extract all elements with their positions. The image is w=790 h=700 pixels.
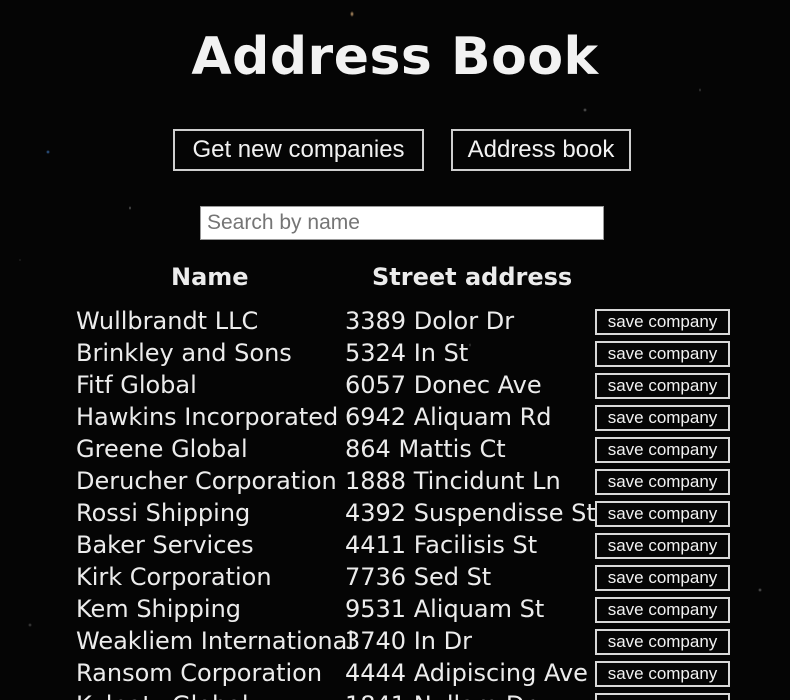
company-name: Fitf Global bbox=[76, 371, 197, 399]
table-row: Baker Services 4411 Facilisis St save co… bbox=[0, 529, 790, 561]
company-name: Baker Services bbox=[76, 531, 254, 559]
street-address: 5324 In St bbox=[345, 339, 469, 367]
street-address: 6942 Aliquam Rd bbox=[345, 403, 552, 431]
table-row: Derucher Corporation 1888 Tincidunt Ln s… bbox=[0, 465, 790, 497]
street-address: 1841 Nullam Dr bbox=[345, 689, 534, 700]
company-name: Kulpatz Global bbox=[76, 689, 249, 700]
save-company-button[interactable]: save company bbox=[595, 533, 730, 559]
company-name: Weakliem International bbox=[76, 627, 354, 655]
table-row: Kulpatz Global 1841 Nullam Dr save compa… bbox=[0, 680, 790, 700]
save-company-button[interactable]: save company bbox=[595, 309, 730, 335]
save-company-button[interactable]: save company bbox=[595, 405, 730, 431]
table-row: Kem Shipping 9531 Aliquam St save compan… bbox=[0, 593, 790, 625]
table-row: Weakliem International 3740 In Dr save c… bbox=[0, 625, 790, 657]
table-row: Wullbrandt LLC 3389 Dolor Dr save compan… bbox=[0, 305, 790, 337]
company-name: Brinkley and Sons bbox=[76, 339, 292, 367]
street-address: 6057 Donec Ave bbox=[345, 371, 542, 399]
save-company-button[interactable]: save company bbox=[595, 437, 730, 463]
page-title: Address Book bbox=[191, 27, 599, 87]
company-name: Kem Shipping bbox=[76, 595, 242, 623]
street-address: 4392 Suspendisse St bbox=[345, 499, 596, 527]
save-company-button[interactable]: save company bbox=[595, 597, 730, 623]
company-name: Greene Global bbox=[76, 435, 248, 463]
table-row: Brinkley and Sons 5324 In St save compan… bbox=[0, 337, 790, 369]
street-address: 4411 Facilisis St bbox=[345, 531, 538, 559]
company-name: Rossi Shipping bbox=[76, 499, 251, 527]
column-header-street-address: Street address bbox=[372, 263, 573, 291]
address-book-button[interactable]: Address book bbox=[451, 129, 631, 171]
save-company-button[interactable]: save company bbox=[595, 469, 730, 495]
street-address: 864 Mattis Ct bbox=[345, 435, 506, 463]
street-address: 3389 Dolor Dr bbox=[345, 307, 515, 335]
street-address: 1888 Tincidunt Ln bbox=[345, 467, 561, 495]
company-name: Kirk Corporation bbox=[76, 563, 272, 591]
table-row: Rossi Shipping 4392 Suspendisse St save … bbox=[0, 497, 790, 529]
save-company-button[interactable]: save company bbox=[595, 373, 730, 399]
save-company-button[interactable]: save company bbox=[595, 565, 730, 591]
search-input[interactable] bbox=[200, 206, 604, 240]
table-row: Hawkins Incorporated 6942 Aliquam Rd sav… bbox=[0, 401, 790, 433]
save-company-button[interactable]: save company bbox=[595, 501, 730, 527]
street-address: 7736 Sed St bbox=[345, 563, 492, 591]
street-address: 3740 In Dr bbox=[345, 627, 472, 655]
table-row: Greene Global 864 Mattis Ct save company bbox=[0, 433, 790, 465]
column-header-name: Name bbox=[171, 263, 249, 291]
save-company-button[interactable]: save company bbox=[595, 341, 730, 367]
table-row: Fitf Global 6057 Donec Ave save company bbox=[0, 369, 790, 401]
save-company-button[interactable]: save company bbox=[595, 693, 730, 700]
get-new-companies-button[interactable]: Get new companies bbox=[173, 129, 424, 171]
street-address: 9531 Aliquam St bbox=[345, 595, 545, 623]
company-name: Derucher Corporation bbox=[76, 467, 337, 495]
table-row: Kirk Corporation 7736 Sed St save compan… bbox=[0, 561, 790, 593]
company-name: Wullbrandt LLC bbox=[76, 307, 259, 335]
save-company-button[interactable]: save company bbox=[595, 629, 730, 655]
company-name: Hawkins Incorporated bbox=[76, 403, 339, 431]
